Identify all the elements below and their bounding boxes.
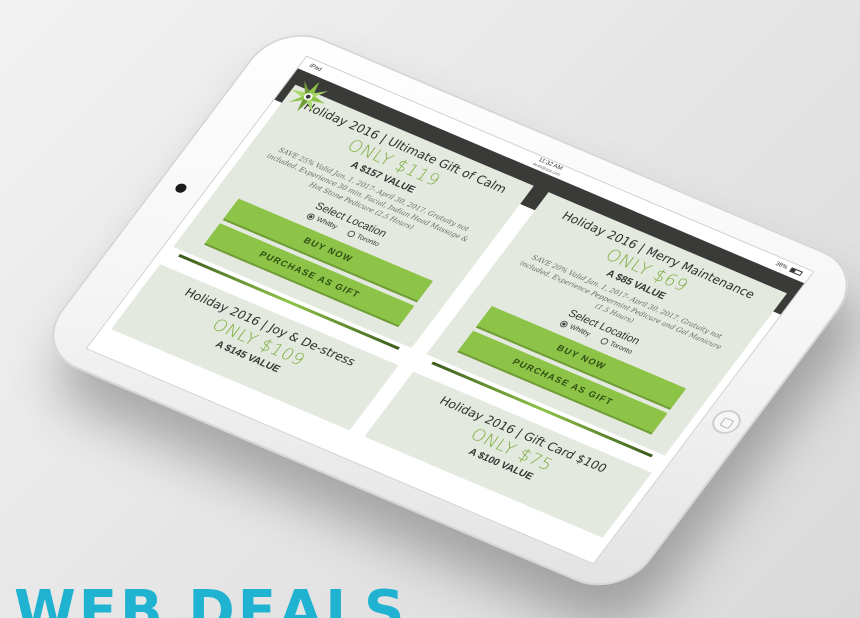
home-button[interactable] [706, 406, 747, 438]
ipad-screen: iPad 11:32 AM deals@spa.com 38% Holiday … [85, 55, 815, 565]
radio-unchecked-icon[interactable] [345, 229, 357, 238]
camera-icon [173, 182, 189, 195]
web-deals-headline: WEB DEALS [14, 579, 408, 618]
battery-icon [788, 267, 804, 277]
device-label: iPad [307, 63, 323, 73]
radio-checked-icon[interactable] [558, 319, 570, 329]
deals-grid: Holiday 2016 | Ultimate Gift of Calm ONL… [85, 84, 787, 565]
radio-unchecked-icon[interactable] [598, 336, 610, 346]
ipad-device: iPad 11:32 AM deals@spa.com 38% Holiday … [31, 20, 860, 600]
radio-checked-icon[interactable] [305, 212, 317, 221]
battery-label: 38% [773, 261, 789, 271]
